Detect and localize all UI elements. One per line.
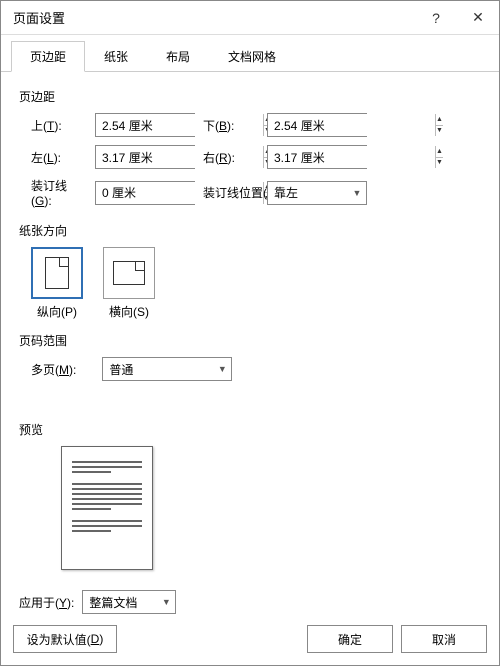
section-margins-title: 页边距 [19,88,481,105]
help-button[interactable]: ? [415,1,457,35]
orientation-landscape-label: 横向(S) [103,303,155,320]
spin-buttons: ▲ ▼ [435,114,443,136]
spin-top[interactable]: ▲ ▼ [95,113,195,137]
orientation-group: 纵向(P) 横向(S) [19,247,481,320]
combo-apply-to-value: 整篇文档 [83,594,157,611]
combo-multipage[interactable]: 普通 ▼ [102,357,232,381]
section-orientation-title: 纸张方向 [19,222,481,239]
chevron-down-icon: ▼ [348,188,366,198]
spin-buttons: ▲ ▼ [435,146,443,168]
margins-grid: 上(T): ▲ ▼ 下(B): ▲ ▼ 左(L): ▲ [19,113,481,208]
preview-area [19,446,481,570]
orientation-portrait[interactable]: 纵向(P) [31,247,83,320]
spin-down-icon[interactable]: ▼ [436,125,443,137]
input-right[interactable] [268,146,435,168]
tab-docgrid[interactable]: 文档网格 [209,41,295,71]
preview-page-icon [61,446,153,570]
spin-left[interactable]: ▲ ▼ [95,145,195,169]
landscape-icon-box [103,247,155,299]
label-top: 上(T): [31,117,87,134]
apply-row: 应用于(Y): 整篇文档 ▼ [19,590,481,614]
cancel-button[interactable]: 取消 [401,625,487,653]
spin-up-icon[interactable]: ▲ [436,146,443,157]
spin-gutter[interactable]: ▲ ▼ [95,181,195,205]
dialog-footer: 设为默认值(D) 确定 取消 [1,617,499,665]
label-multipage: 多页(M): [31,361,76,378]
label-right: 右(R): [203,149,259,166]
orientation-landscape[interactable]: 横向(S) [103,247,155,320]
label-apply-to: 应用于(Y): [19,594,74,611]
titlebar: 页面设置 ? ✕ [1,1,499,35]
spin-up-icon[interactable]: ▲ [436,114,443,125]
label-bottom: 下(B): [203,117,259,134]
set-defaults-button[interactable]: 设为默认值(D) [13,625,117,653]
input-bottom[interactable] [268,114,435,136]
combo-apply-to[interactable]: 整篇文档 ▼ [82,590,176,614]
page-portrait-icon [45,257,69,289]
ok-button[interactable]: 确定 [307,625,393,653]
spin-bottom[interactable]: ▲ ▼ [267,113,367,137]
chevron-down-icon: ▼ [213,364,231,374]
label-left: 左(L): [31,149,87,166]
tab-margins[interactable]: 页边距 [11,41,85,72]
close-icon: ✕ [472,9,484,26]
combo-gutter-position-value: 靠左 [268,184,348,201]
tab-layout[interactable]: 布局 [147,41,209,71]
section-pagerange-title: 页码范围 [19,332,481,349]
close-button[interactable]: ✕ [457,1,499,35]
page-setup-dialog: 页面设置 ? ✕ 页边距 纸张 布局 文档网格 页边距 上(T): ▲ ▼ 下(… [0,0,500,666]
combo-gutter-position[interactable]: 靠左 ▼ [267,181,367,205]
spin-down-icon[interactable]: ▼ [436,157,443,169]
orientation-portrait-label: 纵向(P) [31,303,83,320]
dialog-title: 页面设置 [13,8,415,27]
spin-right[interactable]: ▲ ▼ [267,145,367,169]
page-landscape-icon [113,261,145,285]
tab-paper[interactable]: 纸张 [85,41,147,71]
chevron-down-icon: ▼ [157,597,175,607]
portrait-icon-box [31,247,83,299]
dialog-body: 页边距 上(T): ▲ ▼ 下(B): ▲ ▼ 左(L): [1,72,499,617]
section-preview-title: 预览 [19,421,481,438]
pagerange-row: 多页(M): 普通 ▼ [19,357,481,381]
label-gutter: 装订线(G): [31,177,87,208]
combo-multipage-value: 普通 [103,361,213,378]
tabstrip: 页边距 纸张 布局 文档网格 [1,35,499,72]
